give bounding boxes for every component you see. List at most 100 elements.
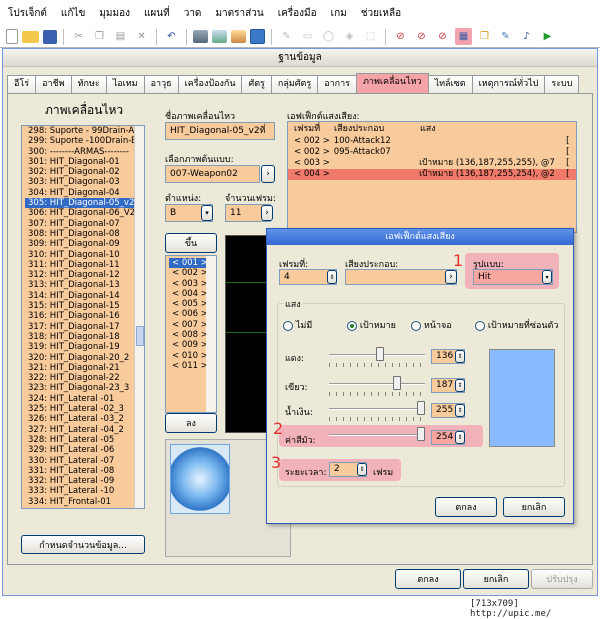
- list-item[interactable]: 333: HIT_Lateral -10: [25, 486, 144, 496]
- list-item[interactable]: 312: HIT_Diagonal-12: [25, 270, 144, 280]
- red-spin-icon[interactable]: ⇕: [455, 350, 465, 363]
- tab-enemies[interactable]: ศัตรู: [241, 75, 272, 93]
- sound-browse-button[interactable]: ›: [445, 270, 457, 284]
- open-folder-icon[interactable]: [22, 30, 39, 43]
- list-item[interactable]: 326: HIT_Lateral -03_2: [25, 414, 144, 424]
- tab-system[interactable]: ระบบ: [544, 75, 580, 93]
- list-item[interactable]: 316: HIT_Diagonal-16: [25, 311, 144, 321]
- list-item[interactable]: 332: HIT_Lateral -09: [25, 476, 144, 486]
- list-item[interactable]: 331: HIT_Lateral -08: [25, 466, 144, 476]
- sound-field[interactable]: [345, 269, 457, 285]
- list-item[interactable]: 309: HIT_Diagonal-09: [25, 239, 144, 249]
- position-dropdown-icon[interactable]: ▾: [201, 205, 213, 221]
- animation-cell-thumbnail[interactable]: [170, 444, 230, 514]
- menu-tools[interactable]: เครื่องมือ: [278, 6, 317, 21]
- menu-edit[interactable]: แก้ไข: [61, 6, 85, 21]
- menu-game[interactable]: เกม: [331, 6, 347, 21]
- list-item[interactable]: 300: --------ARMAS--------: [25, 147, 144, 157]
- frame-spin-icon[interactable]: ⇕: [327, 270, 337, 284]
- list-item[interactable]: 330: HIT_Lateral -07: [25, 456, 144, 466]
- zoom-1-icon[interactable]: ⊘: [392, 28, 409, 45]
- blue-slider-track[interactable]: [329, 408, 425, 410]
- animation-list[interactable]: 298: Suporte - 99Drain-A 299: Suporte -10…: [21, 125, 145, 509]
- se-row[interactable]: < 003 > เป้าหมาย (136,187,255,255), @7 [: [288, 158, 576, 169]
- radio-target[interactable]: เป้าหมาย: [347, 318, 396, 332]
- list-item[interactable]: 328: HIT_Lateral -05: [25, 435, 144, 445]
- list-item[interactable]: 319: HIT_Diagonal-19: [25, 342, 144, 352]
- radio-target-icon[interactable]: [347, 320, 357, 331]
- tab-weapons[interactable]: อาวุธ: [143, 75, 179, 93]
- list-item[interactable]: 304: HIT_Diagonal-04: [25, 188, 144, 198]
- up-button[interactable]: ขึ้น: [165, 233, 217, 253]
- se-row[interactable]: < 004 > เป้าหมาย (136,187,255,254), @2 [: [288, 169, 576, 180]
- se-row[interactable]: < 002 >100-Attack12 [: [288, 136, 576, 147]
- list-item[interactable]: 317: HIT_Diagonal-17: [25, 322, 144, 332]
- down-button[interactable]: ลง: [165, 413, 217, 433]
- strength-slider-thumb[interactable]: [416, 427, 425, 441]
- radio-screen-icon[interactable]: [411, 320, 421, 331]
- tab-classes[interactable]: อาชีพ: [35, 75, 72, 93]
- green-slider-track[interactable]: [329, 383, 425, 385]
- list-item[interactable]: 313: HIT_Diagonal-13: [25, 280, 144, 290]
- tab-common-events[interactable]: เหตุการณ์ทั่วไป: [471, 75, 546, 93]
- list-item[interactable]: 298: Suporte - 99Drain-A: [25, 126, 144, 136]
- menu-map[interactable]: แผนที่: [144, 6, 170, 21]
- list-item[interactable]: 323: HIT_Diagonal-23_3: [25, 383, 144, 393]
- list-item[interactable]: 307: HIT_Diagonal-07: [25, 219, 144, 229]
- frames-browse-button[interactable]: ›: [261, 205, 273, 221]
- tab-troops[interactable]: กลุ่มศัตรู: [270, 75, 319, 93]
- list-item[interactable]: 303: HIT_Diagonal-03: [25, 177, 144, 187]
- apply-button[interactable]: ปรับปรุง: [531, 569, 593, 589]
- list-item[interactable]: 305: HIT_Diagonal-05_v2ที: [25, 198, 144, 209]
- green-slider-thumb[interactable]: [393, 376, 402, 390]
- se-table[interactable]: เฟรมที่ เสียงประกอบ แสง < 002 >100-Attac…: [287, 121, 577, 233]
- list-item[interactable]: 320: HIT_Diagonal-20_2: [25, 353, 144, 363]
- dialog-cancel-button[interactable]: ยกเลิก: [503, 497, 565, 517]
- list-item[interactable]: 325: HIT_Lateral -02_3: [25, 404, 144, 414]
- layer-3-icon[interactable]: [231, 30, 246, 43]
- list-item[interactable]: 306: HIT_Diagonal-06_V2ที: [25, 208, 144, 218]
- fill-icon[interactable]: ◈: [341, 28, 358, 45]
- radio-screen[interactable]: หน้าจอ: [411, 318, 452, 332]
- list-item[interactable]: 301: HIT_Diagonal-01: [25, 157, 144, 167]
- list-item[interactable]: 318: HIT_Diagonal-18: [25, 332, 144, 342]
- resource-icon[interactable]: ❒: [476, 28, 493, 45]
- blue-slider-thumb[interactable]: [417, 401, 425, 415]
- radio-hide-target-icon[interactable]: [475, 320, 485, 331]
- menu-view[interactable]: มุมมอง: [99, 6, 130, 21]
- list-item[interactable]: 324: HIT_Lateral -01: [25, 394, 144, 404]
- list-item[interactable]: 327: HIT_Lateral -04_2: [25, 425, 144, 435]
- tab-items[interactable]: ไอเทม: [105, 75, 145, 93]
- sound-test-icon[interactable]: ♪: [518, 28, 535, 45]
- undo-icon[interactable]: ↶: [163, 28, 180, 45]
- new-file-icon[interactable]: [6, 29, 18, 44]
- select-icon[interactable]: ⬚: [362, 28, 379, 45]
- name-field[interactable]: HIT_Diagonal-05_v2ที่: [165, 122, 275, 140]
- list-item[interactable]: 310: HIT_Diagonal-10: [25, 250, 144, 260]
- tab-animations[interactable]: ภาพเคลื่อนไหว: [355, 73, 429, 93]
- strength-spin-icon[interactable]: ⇕: [455, 431, 465, 444]
- list-item[interactable]: 302: HIT_Diagonal-02: [25, 167, 144, 177]
- green-spin-icon[interactable]: ⇕: [455, 379, 465, 392]
- condition-select[interactable]: Hit: [473, 269, 553, 285]
- zoom-4-icon[interactable]: ⊘: [434, 28, 451, 45]
- paste-icon[interactable]: ▤: [112, 28, 129, 45]
- strength-slider-track[interactable]: [329, 434, 425, 436]
- tab-armors[interactable]: เครื่องป้องกัน: [177, 75, 243, 93]
- cancel-button[interactable]: ยกเลิก: [463, 569, 529, 589]
- ok-button[interactable]: ตกลง: [395, 569, 461, 589]
- event-layer-icon[interactable]: [250, 29, 265, 44]
- base-image-field[interactable]: 007-Weapon02: [165, 165, 260, 183]
- list-item[interactable]: 334: HIT_Frontal-01: [25, 497, 144, 507]
- tab-tilesets[interactable]: ไทล์เซต: [427, 75, 473, 93]
- script-icon[interactable]: ✎: [497, 28, 514, 45]
- playtest-icon[interactable]: ▶: [539, 28, 556, 45]
- flash-color-preview[interactable]: [489, 349, 555, 447]
- dialog-ok-button[interactable]: ตกลง: [435, 497, 497, 517]
- cut-icon[interactable]: ✂: [70, 28, 87, 45]
- tab-skills[interactable]: ทักษะ: [70, 75, 107, 93]
- menu-scale[interactable]: มาตราส่วน: [215, 6, 263, 21]
- menu-draw[interactable]: วาด: [184, 6, 202, 21]
- red-slider-thumb[interactable]: [375, 347, 384, 361]
- base-image-browse-button[interactable]: ›: [261, 165, 275, 183]
